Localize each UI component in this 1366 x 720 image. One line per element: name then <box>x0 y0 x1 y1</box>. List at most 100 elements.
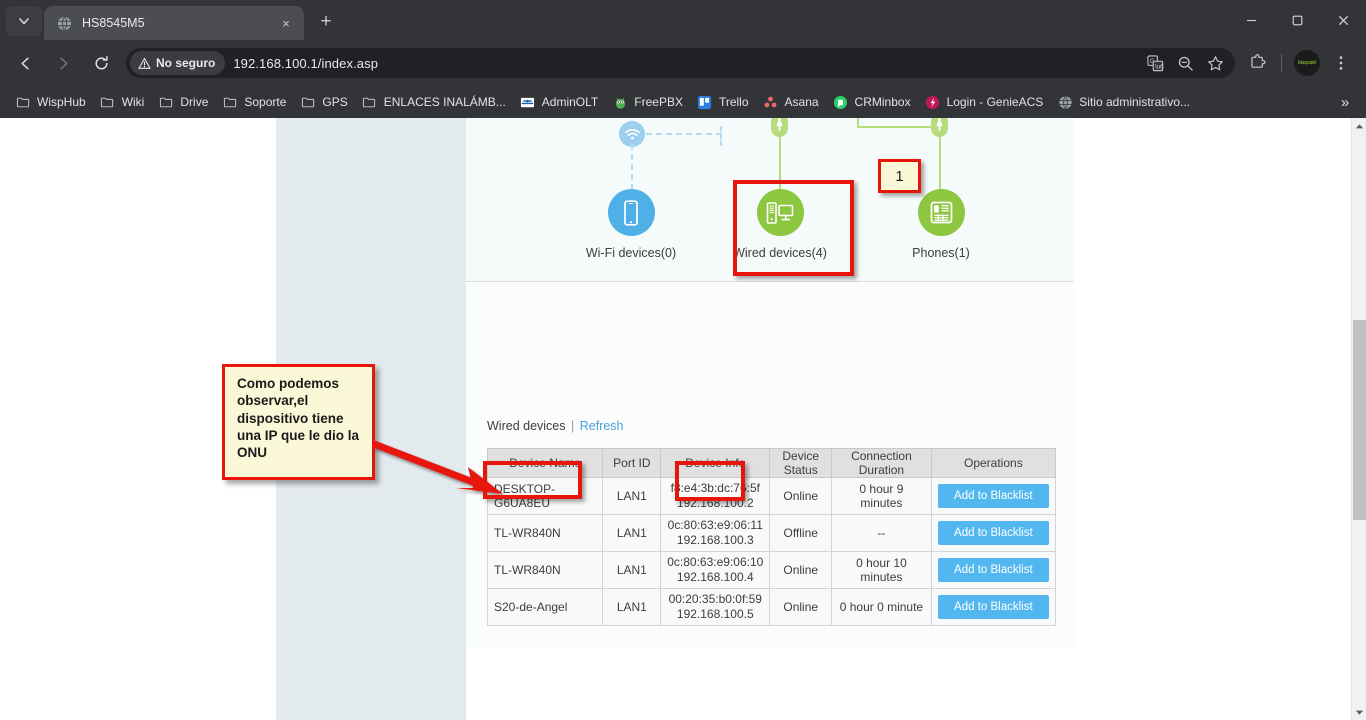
cell-port-id: LAN1 <box>603 589 661 626</box>
tab-search-button[interactable] <box>6 6 42 36</box>
omnibox-actions: G \u6587 <box>1141 49 1229 77</box>
bookmark-asana[interactable]: Asana <box>756 90 826 114</box>
cell-ip: 192.168.100.4 <box>667 570 763 585</box>
add-to-blacklist-button[interactable]: Add to Blacklist <box>938 595 1049 619</box>
table-row: DESKTOP-G6UA8EU LAN1 f8:e4:3b:dc:76:5f 1… <box>488 478 1056 515</box>
cell-connection-duration: -- <box>832 515 932 552</box>
genieacs-icon <box>925 94 941 110</box>
list-header: Wired devices | Refresh <box>487 419 624 433</box>
browser-tab[interactable]: HS8545M5 × <box>44 6 304 40</box>
bookmark-sitio-administrativo[interactable]: Sitio administrativo... <box>1050 90 1197 114</box>
column-header-port-id: Port ID <box>603 449 661 478</box>
cell-device-info: 0c:80:63:e9:06:10 192.168.100.4 <box>661 552 770 589</box>
bookmarks-bar: WispHub Wiki Drive Soporte GPS <box>0 86 1366 118</box>
folder-icon <box>158 94 174 110</box>
crminbox-icon <box>833 94 849 110</box>
folder-icon <box>222 94 238 110</box>
cell-operations: Add to Blacklist <box>931 552 1055 589</box>
cell-port-id: LAN1 <box>603 552 661 589</box>
bookmark-crminbox[interactable]: CRMinbox <box>826 90 918 114</box>
bookmark-enlaces-inalambricos[interactable]: ENLACES INALÁMB... <box>355 90 513 114</box>
cell-connection-duration: 0 hour 9 minutes <box>832 478 932 515</box>
bookmarks-overflow-button[interactable]: » <box>1332 90 1358 114</box>
bookmark-adminolt[interactable]: AdminOLT <box>513 90 605 114</box>
cell-connection-duration: 0 hour 10 minutes <box>832 552 932 589</box>
bookmark-gps[interactable]: GPS <box>293 90 354 114</box>
table-row: S20-de-Angel LAN1 00:20:35:b0:0f:59 192.… <box>488 589 1056 626</box>
security-label: No seguro <box>156 56 215 70</box>
phones-connector-horizontal <box>857 126 935 128</box>
bookmark-trello[interactable]: Trello <box>690 90 756 114</box>
window-controls <box>1228 0 1366 40</box>
reload-icon <box>93 55 110 72</box>
cell-device-status: Offline <box>770 515 832 552</box>
zoom-icon[interactable] <box>1171 49 1199 77</box>
add-to-blacklist-button[interactable]: Add to Blacklist <box>938 558 1049 582</box>
arrow-left-icon <box>17 55 34 72</box>
window-close-button[interactable] <box>1320 0 1366 40</box>
bookmark-wisphub[interactable]: WispHub <box>8 90 93 114</box>
bookmark-soporte[interactable]: Soporte <box>215 90 293 114</box>
cell-connection-duration: 0 hour 0 minute <box>832 589 932 626</box>
bookmark-login-genieacs[interactable]: Login - GenieACS <box>918 90 1051 114</box>
node-wired-devices[interactable]: Wired devices(4) <box>725 189 835 260</box>
folder-icon <box>300 94 316 110</box>
bookmark-label: ENLACES INALÁMB... <box>384 95 506 109</box>
cell-mac: 0c:80:63:e9:06:10 <box>667 555 763 570</box>
translate-icon[interactable]: G \u6587 <box>1141 49 1169 77</box>
cell-device-status: Online <box>770 552 832 589</box>
page-scrollbar[interactable] <box>1351 118 1366 720</box>
minimize-button[interactable] <box>1228 0 1274 40</box>
column-header-device-status: Device Status <box>770 449 832 478</box>
bookmark-label: Wiki <box>122 95 145 109</box>
topology-panel-lower <box>466 282 1074 400</box>
puzzle-icon[interactable] <box>1243 48 1273 78</box>
desktop-pc-icon <box>757 189 804 236</box>
cell-device-name: TL-WR840N <box>488 552 603 589</box>
globe-icon <box>56 15 72 31</box>
chevron-up-icon <box>1355 123 1364 130</box>
cell-ip: 192.168.100.5 <box>667 607 763 622</box>
toolbar-actions: blaspatel <box>1243 48 1360 78</box>
scrollbar-thumb[interactable] <box>1353 320 1366 520</box>
node-wifi-devices[interactable]: Wi-Fi devices(0) <box>576 189 686 260</box>
add-to-blacklist-button[interactable]: Add to Blacklist <box>938 521 1049 545</box>
wired-devices-table: Device Name Port ID Device Info Device S… <box>487 448 1056 626</box>
close-icon <box>1338 15 1349 26</box>
cell-device-status: Online <box>770 478 832 515</box>
cell-device-status: Online <box>770 589 832 626</box>
bookmark-freepbx[interactable]: FreePBX <box>605 90 690 114</box>
arrow-right-icon <box>55 55 72 72</box>
minimize-icon <box>1246 15 1257 26</box>
svg-text:\u6587: \u6587 <box>1155 64 1164 70</box>
site-security-badge[interactable]: No seguro <box>130 51 225 75</box>
back-button[interactable] <box>9 47 41 79</box>
cell-device-name: DESKTOP-G6UA8EU <box>488 478 603 515</box>
scroll-up-button[interactable] <box>1352 118 1366 134</box>
scroll-down-button[interactable] <box>1352 704 1366 720</box>
chevron-down-icon <box>18 15 30 27</box>
folder-icon <box>100 94 116 110</box>
bookmark-label: WispHub <box>37 95 86 109</box>
new-tab-button[interactable]: + <box>312 8 340 36</box>
bookmark-label: Sitio administrativo... <box>1079 95 1190 109</box>
star-icon[interactable] <box>1201 49 1229 77</box>
topology-panel: Wi-Fi devices(0) Wired devices(4) <box>466 118 1074 281</box>
avatar[interactable]: blaspatel <box>1294 50 1320 76</box>
refresh-link[interactable]: Refresh <box>580 419 624 433</box>
asana-icon <box>763 94 779 110</box>
node-phones[interactable]: Phones(1) <box>886 189 996 260</box>
maximize-button[interactable] <box>1274 0 1320 40</box>
node-label: Wired devices(4) <box>725 246 835 260</box>
title-separator: | <box>571 419 574 433</box>
address-bar[interactable]: No seguro 192.168.100.1/index.asp G \u65… <box>126 48 1235 78</box>
forward-button[interactable] <box>47 47 79 79</box>
three-dot-menu-icon[interactable] <box>1326 48 1356 78</box>
wired-devices-panel: Wired devices | Refresh Device Name Port… <box>466 400 1074 648</box>
reload-button[interactable] <box>85 47 117 79</box>
close-icon[interactable]: × <box>276 13 296 33</box>
add-to-blacklist-button[interactable]: Add to Blacklist <box>938 484 1049 508</box>
bookmark-wiki[interactable]: Wiki <box>93 90 152 114</box>
cell-device-info: f8:e4:3b:dc:76:5f 192.168.100.2 <box>661 478 770 515</box>
bookmark-drive[interactable]: Drive <box>151 90 215 114</box>
